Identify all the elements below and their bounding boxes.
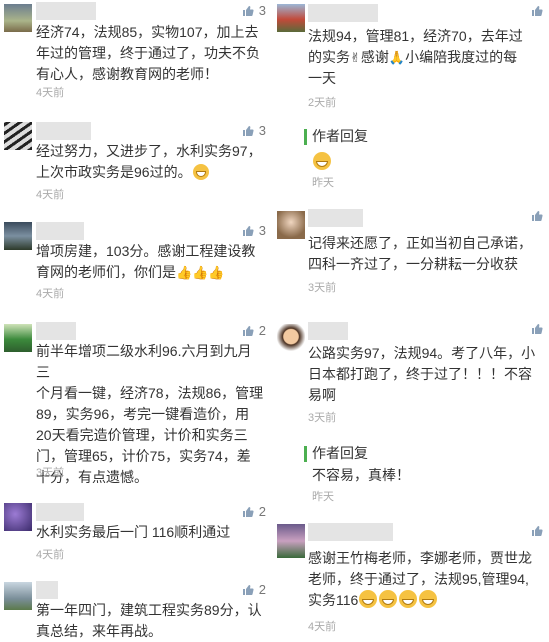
avatar[interactable] bbox=[277, 4, 305, 32]
comment-item: 3 经过努力，又进步了，水利实务97， 上次市政实务是96过的。 4天前 bbox=[0, 118, 272, 213]
like-button[interactable] bbox=[531, 5, 543, 17]
comment-item: 2 水利实务最后一门 116顺利通过 4天前 bbox=[0, 500, 272, 570]
thumb-up-icon bbox=[242, 506, 254, 517]
comment-time: 2天前 bbox=[308, 97, 337, 109]
commenter-name-blurred[interactable] bbox=[36, 581, 58, 599]
comment-time: 3天前 bbox=[308, 412, 337, 424]
comment-time: 4天前 bbox=[36, 288, 65, 300]
comment-time: 4天前 bbox=[36, 189, 65, 201]
grin-emoji-icon bbox=[379, 590, 398, 608]
like-count: 2 bbox=[258, 582, 266, 597]
comment-text: 第一年四门，建筑工程实务89分，认 真总结，来年再战。 bbox=[36, 602, 262, 639]
grin-emoji-icon bbox=[399, 590, 418, 608]
comment-text: 感谢王竹梅老师，李娜老师，贾世龙 老师，终于通过了，法规95,管理94, 实务11… bbox=[308, 550, 532, 608]
avatar[interactable] bbox=[4, 4, 32, 32]
like-button[interactable] bbox=[531, 323, 543, 335]
reply-accent-bar bbox=[304, 129, 307, 145]
commenter-name-blurred[interactable] bbox=[308, 4, 378, 22]
like-button[interactable]: 3 bbox=[242, 3, 266, 18]
grin-emoji-icon bbox=[192, 164, 209, 180]
commenter-name-blurred[interactable] bbox=[308, 322, 348, 340]
like-count: 3 bbox=[258, 123, 266, 138]
commenter-name-blurred[interactable] bbox=[308, 209, 363, 227]
comment-item: 3 经济74，法规85，实物107，加上去 年过的管理，终于通过了，功夫不负 有心人… bbox=[0, 0, 272, 108]
avatar[interactable] bbox=[4, 582, 32, 610]
like-count: 3 bbox=[258, 223, 266, 238]
commenter-name-blurred[interactable] bbox=[36, 503, 84, 521]
comment-item: 法规94，管理81，经济70，去年过 的实务✌感谢🙏小编陪我度过的每 一天 2天… bbox=[272, 0, 549, 112]
like-button[interactable]: 3 bbox=[242, 123, 266, 138]
victory-hand-icon: ✌ bbox=[350, 50, 361, 65]
avatar[interactable] bbox=[4, 503, 32, 531]
commenter-name-blurred[interactable] bbox=[36, 122, 91, 140]
author-reply-label: 作者回复 bbox=[312, 128, 368, 144]
thumb-up-icon bbox=[532, 324, 543, 334]
comment-text: 水利实务最后一门 116顺利通过 bbox=[36, 524, 231, 540]
reply-time: 昨天 bbox=[312, 177, 334, 189]
comment-time: 3天前 bbox=[36, 467, 65, 479]
comment-text: 记得来还愿了，正如当初自己承诺， 四科一齐过了，一分耕耘一分收获 bbox=[308, 235, 532, 272]
like-count: 3 bbox=[258, 3, 266, 18]
avatar[interactable] bbox=[4, 222, 32, 250]
thumb-up-icon bbox=[242, 225, 254, 236]
comment-time: 3天前 bbox=[308, 282, 337, 294]
commenter-name-blurred[interactable] bbox=[36, 322, 76, 340]
reply-accent-bar bbox=[304, 446, 307, 462]
thumb-up-icon bbox=[242, 5, 254, 16]
praying-hands-icon: 🙏 bbox=[388, 50, 406, 65]
thumb-up-icon bbox=[532, 6, 543, 16]
comment-text: 经过努力，又进步了，水利实务97， 上次市政实务是96过的。 bbox=[36, 143, 262, 180]
thumb-up-icon bbox=[242, 125, 254, 136]
comment-item: 记得来还愿了，正如当初自己承诺， 四科一齐过了，一分耕耘一分收获 3天前 bbox=[272, 205, 549, 295]
smile-emoji-icon bbox=[313, 152, 331, 170]
comment-item: 2 前半年增项二级水利96.六月到九月三 个月看一键，经济78，法规86，管理 89… bbox=[0, 318, 272, 488]
like-count: 2 bbox=[258, 323, 266, 338]
like-button[interactable]: 2 bbox=[242, 504, 266, 519]
author-reply: 作者回复 昨天 bbox=[304, 126, 541, 189]
thumbs-up-emoji-icon: 👍👍👍 bbox=[176, 265, 225, 280]
commenter-name-blurred[interactable] bbox=[36, 222, 84, 240]
thumb-up-icon bbox=[532, 526, 543, 536]
avatar[interactable] bbox=[277, 211, 305, 239]
avatar[interactable] bbox=[277, 524, 305, 558]
grin-emoji-icon bbox=[419, 590, 438, 608]
comment-item: 公路实务97，法规94。考了八年，小 日本都打跑了，终于过了！！！不容 易啊 3天前 bbox=[272, 318, 549, 428]
like-button[interactable]: 3 bbox=[242, 223, 266, 238]
author-reply-text: 不容易，真棒！ bbox=[312, 467, 410, 483]
comment-text: 增项房建，103分。感谢工程建设教 育网的老师们，你们是👍👍👍 bbox=[36, 241, 264, 283]
like-count: 2 bbox=[258, 504, 266, 519]
comment-time: 4天前 bbox=[36, 549, 65, 561]
thumb-up-icon bbox=[242, 584, 254, 595]
author-reply: 作者回复 不容易，真棒！ 昨天 bbox=[304, 443, 541, 505]
like-button[interactable]: 2 bbox=[242, 323, 266, 338]
avatar[interactable] bbox=[277, 324, 305, 352]
reply-time: 昨天 bbox=[312, 491, 334, 503]
commenter-name-blurred[interactable] bbox=[308, 523, 393, 541]
comment-text: 公路实务97，法规94。考了八年，小 日本都打跑了，终于过了！！！不容 易啊 bbox=[308, 345, 536, 403]
comment-time: 4天前 bbox=[36, 87, 65, 99]
comment-text: 前半年增项二级水利96.六月到九月三 个月看一键，经济78，法规86，管理 89，实… bbox=[36, 343, 264, 485]
avatar[interactable] bbox=[4, 122, 32, 150]
avatar[interactable] bbox=[4, 324, 32, 352]
comment-text: 法规94，管理81，经济70，去年过 的实务✌感谢🙏小编陪我度过的每 一天 bbox=[308, 28, 523, 86]
comment-item: 2 第一年四门，建筑工程实务89分，认 真总结，来年再战。 bbox=[0, 578, 272, 642]
grin-emoji-icon bbox=[359, 590, 378, 608]
like-button[interactable] bbox=[531, 210, 543, 222]
comment-time: 4天前 bbox=[308, 621, 337, 633]
thumb-up-icon bbox=[532, 211, 543, 221]
author-reply-label: 作者回复 bbox=[312, 445, 368, 461]
comment-item: 感谢王竹梅老师，李娜老师，贾世龙 老师，终于通过了，法规95,管理94, 实务11… bbox=[272, 520, 549, 642]
comment-item: 3 增项房建，103分。感谢工程建设教 育网的老师们，你们是👍👍👍 4天前 bbox=[0, 218, 272, 308]
commenter-name-blurred[interactable] bbox=[36, 2, 96, 20]
like-button[interactable]: 2 bbox=[242, 582, 266, 597]
like-button[interactable] bbox=[531, 525, 543, 537]
comment-text: 经济74，法规85，实物107，加上去 年过的管理，终于通过了，功夫不负 有心人，感… bbox=[36, 24, 260, 82]
thumb-up-icon bbox=[242, 325, 254, 336]
